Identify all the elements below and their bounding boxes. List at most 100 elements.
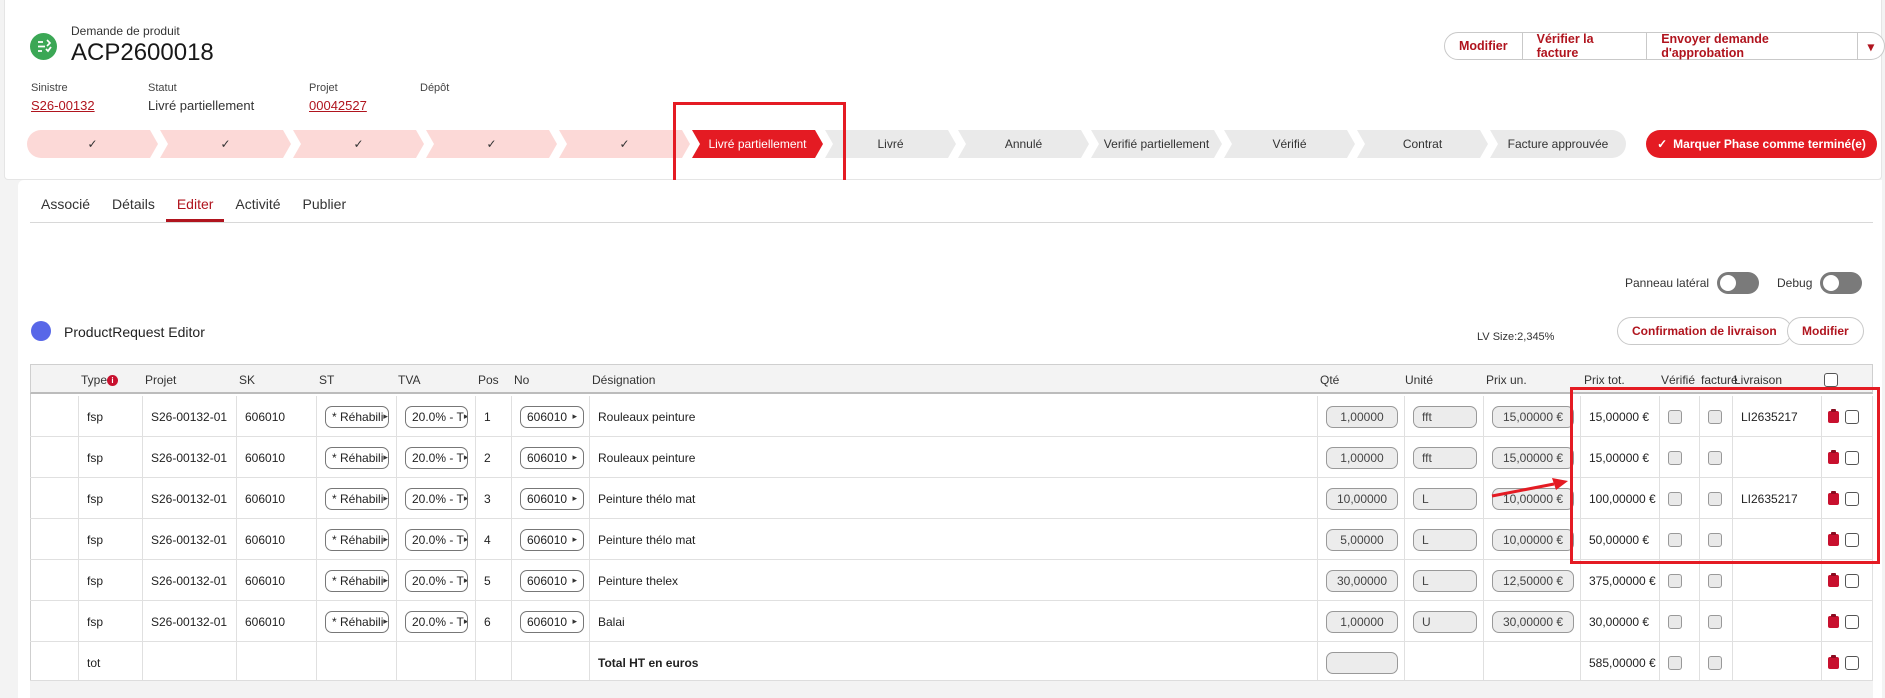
prix-unitaire-input[interactable]: 15,00000 € — [1492, 446, 1574, 469]
tab-activite[interactable]: Activité — [224, 196, 291, 222]
row-select-checkbox[interactable] — [1845, 614, 1859, 629]
verifie-checkbox[interactable] — [1668, 573, 1682, 588]
clipboard-icon[interactable] — [1828, 654, 1839, 669]
path-step-0[interactable]: ✓ — [27, 130, 158, 158]
facture-checkbox[interactable] — [1708, 573, 1722, 588]
column-header-6[interactable]: No — [514, 373, 529, 387]
qte-input[interactable]: 1,00000 — [1326, 405, 1398, 428]
clipboard-icon[interactable] — [1828, 572, 1839, 587]
column-header-13[interactable]: facturé — [1701, 373, 1738, 387]
panneau-lateral-toggle[interactable] — [1717, 272, 1760, 294]
cell-type: fsp — [87, 491, 104, 506]
column-header-8[interactable]: Qté — [1320, 373, 1339, 387]
row-select-checkbox[interactable] — [1845, 655, 1859, 670]
mark-phase-complete-button[interactable]: ✓ Marquer Phase comme terminé(e) — [1646, 130, 1877, 158]
column-header-9[interactable]: Unité — [1405, 373, 1433, 387]
column-header-2[interactable]: SK — [239, 373, 255, 387]
column-header-3[interactable]: ST — [319, 373, 334, 387]
tva-select[interactable]: 20.0% - T ▸ — [405, 528, 468, 551]
verifie-checkbox[interactable] — [1668, 614, 1682, 629]
path-step-8[interactable]: Verifié partiellement — [1091, 130, 1222, 158]
column-header-7[interactable]: Désignation — [592, 373, 655, 387]
path-step-11[interactable]: Facture approuvée — [1490, 130, 1626, 158]
tva-select[interactable]: 20.0% - T ▸ — [405, 610, 468, 633]
tab-editer[interactable]: Editer — [165, 196, 225, 222]
st-select[interactable]: * Réhabili ▸ — [325, 610, 389, 633]
sinistre-link[interactable]: S26-00132 — [31, 98, 95, 113]
unite-input[interactable]: L — [1413, 487, 1477, 510]
no-lookup[interactable]: 606010 ▸ — [520, 528, 584, 551]
no-lookup[interactable]: 606010 ▸ — [520, 487, 584, 510]
cell-projet: S26-00132-01 — [151, 573, 228, 588]
no-lookup[interactable]: 606010 ▸ — [520, 610, 584, 633]
field-depot: Dépôt — [420, 82, 450, 94]
path-step-3[interactable]: ✓ — [426, 130, 557, 158]
path-step-10[interactable]: Contrat — [1357, 130, 1488, 158]
dropdown-icon: ▸ — [572, 534, 577, 544]
st-select[interactable]: * Réhabili ▸ — [325, 569, 389, 592]
qte-input[interactable]: 10,00000 — [1326, 487, 1398, 510]
clipboard-icon[interactable] — [1828, 613, 1839, 628]
column-header-11[interactable]: Prix tot. — [1584, 373, 1625, 387]
unite-input[interactable]: fft — [1413, 446, 1477, 469]
prix-unitaire-input[interactable]: 30,00000 € — [1492, 610, 1574, 633]
total-row: tot Total HT en euros 585,00000 € — [30, 642, 1873, 683]
path-step-1[interactable]: ✓ — [160, 130, 291, 158]
cell-type: fsp — [87, 409, 104, 424]
qte-input[interactable]: 5,00000 — [1326, 528, 1398, 551]
st-select[interactable]: * Réhabili ▸ — [325, 528, 389, 551]
column-header-1[interactable]: Projet — [145, 373, 176, 387]
confirmation-livraison-button[interactable]: Confirmation de livraison — [1617, 317, 1792, 345]
product-request-icon — [30, 33, 57, 60]
st-select[interactable]: * Réhabili ▸ — [325, 405, 389, 428]
unite-input[interactable]: L — [1413, 569, 1477, 592]
path-step-9[interactable]: Vérifié — [1224, 130, 1355, 158]
verifier-facture-button[interactable]: Vérifier la facture — [1522, 32, 1648, 60]
debug-toggle[interactable] — [1820, 272, 1863, 294]
modifier-button[interactable]: Modifier — [1444, 32, 1523, 60]
st-select[interactable]: * Réhabili ▸ — [325, 487, 389, 510]
prix-unitaire-input[interactable]: 12,50000 € — [1492, 569, 1574, 592]
prix-unitaire-input[interactable]: 10,00000 € — [1492, 528, 1574, 551]
qte-input[interactable]: 1,00000 — [1326, 446, 1398, 469]
column-header-4[interactable]: TVA — [398, 373, 420, 387]
column-header-10[interactable]: Prix un. — [1486, 373, 1527, 387]
envoyer-approbation-button[interactable]: Envoyer demande d'approbation — [1647, 32, 1858, 60]
cell-sk: 606010 — [245, 409, 286, 424]
tab-associe[interactable]: Associé — [30, 196, 101, 222]
no-lookup[interactable]: 606010 ▸ — [520, 569, 584, 592]
tva-select[interactable]: 20.0% - T ▸ — [405, 569, 468, 592]
projet-link[interactable]: 00042527 — [309, 98, 367, 113]
column-header-5[interactable]: Pos — [478, 373, 499, 387]
unite-input[interactable]: fft — [1413, 405, 1477, 428]
column-header-14[interactable]: Livraison — [1734, 373, 1782, 387]
no-lookup[interactable]: 606010 ▸ — [520, 446, 584, 469]
tva-select[interactable]: 20.0% - T ▸ — [405, 446, 468, 469]
qte-input[interactable]: 1,00000 — [1326, 610, 1398, 633]
path-step-7[interactable]: Annulé — [958, 130, 1089, 158]
facture-checkbox[interactable] — [1708, 655, 1722, 670]
path-step-2[interactable]: ✓ — [293, 130, 424, 158]
editor-modifier-button[interactable]: Modifier — [1787, 317, 1864, 345]
qte-input[interactable]: 30,00000 — [1326, 569, 1398, 592]
no-lookup[interactable]: 606010 ▸ — [520, 405, 584, 428]
prix-unitaire-input[interactable]: 15,00000 € — [1492, 405, 1574, 428]
select-all-checkbox[interactable] — [1824, 373, 1838, 387]
dropdown-icon: ▸ — [463, 575, 468, 585]
column-header-0[interactable]: Type — [81, 373, 107, 387]
tab-publier[interactable]: Publier — [292, 196, 358, 222]
tva-select[interactable]: 20.0% - T ▸ — [405, 487, 468, 510]
more-actions-chevron-icon[interactable]: ▾ — [1857, 32, 1885, 60]
facture-checkbox[interactable] — [1708, 614, 1722, 629]
verifie-checkbox[interactable] — [1668, 655, 1682, 670]
row-select-checkbox[interactable] — [1845, 573, 1859, 588]
unite-input[interactable]: U — [1413, 610, 1477, 633]
tab-details[interactable]: Détails — [101, 196, 166, 222]
st-select[interactable]: * Réhabili ▸ — [325, 446, 389, 469]
unite-input[interactable]: L — [1413, 528, 1477, 551]
column-header-12[interactable]: Vérifié — [1661, 373, 1695, 387]
dropdown-icon: ▸ — [383, 493, 388, 503]
cell-sk: 606010 — [245, 532, 286, 547]
tva-select[interactable]: 20.0% - T ▸ — [405, 405, 468, 428]
path-step-4[interactable]: ✓ — [559, 130, 690, 158]
